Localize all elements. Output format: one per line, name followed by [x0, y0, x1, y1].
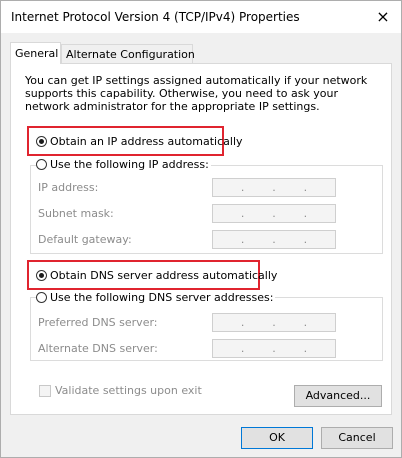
- default-gateway-label: Default gateway:: [38, 233, 132, 246]
- ip-manual-radio[interactable]: [36, 159, 47, 170]
- dns-manual-label: Use the following DNS server addresses:: [50, 291, 274, 304]
- tab-alternate-configuration[interactable]: Alternate Configuration: [61, 44, 195, 63]
- default-gateway-input[interactable]: ...: [212, 230, 336, 249]
- dns-manual-option[interactable]: Use the following DNS server addresses:: [36, 291, 276, 304]
- validate-option[interactable]: Validate settings upon exit: [39, 384, 202, 397]
- ip-auto-radio[interactable]: [36, 136, 47, 147]
- window-title: Internet Protocol Version 4 (TCP/IPv4) P…: [11, 10, 300, 24]
- validate-checkbox[interactable]: [39, 384, 51, 397]
- ip-auto-option[interactable]: Obtain an IP address automatically: [36, 135, 243, 148]
- ip-manual-option[interactable]: Use the following IP address:: [36, 158, 211, 171]
- dialog-window: Internet Protocol Version 4 (TCP/IPv4) P…: [0, 0, 402, 458]
- alternate-dns-label: Alternate DNS server:: [38, 342, 158, 355]
- dns-auto-radio[interactable]: [36, 270, 47, 281]
- close-icon[interactable]: ×: [371, 7, 395, 27]
- alternate-dns-input[interactable]: ...: [212, 339, 336, 358]
- subnet-mask-input[interactable]: ...: [212, 204, 336, 223]
- general-panel: You can get IP settings assigned automat…: [10, 63, 392, 415]
- ip-manual-label: Use the following IP address:: [50, 158, 209, 171]
- ip-address-label: IP address:: [38, 181, 99, 194]
- ip-auto-label: Obtain an IP address automatically: [50, 135, 243, 148]
- dns-manual-radio[interactable]: [36, 292, 47, 303]
- description-text: You can get IP settings assigned automat…: [25, 74, 368, 113]
- preferred-dns-label: Preferred DNS server:: [38, 316, 158, 329]
- ok-button[interactable]: OK: [241, 427, 313, 449]
- validate-label: Validate settings upon exit: [55, 384, 202, 397]
- tab-general[interactable]: General: [10, 42, 61, 64]
- dns-auto-label: Obtain DNS server address automatically: [50, 269, 278, 282]
- preferred-dns-input[interactable]: ...: [212, 313, 336, 332]
- title-bar: Internet Protocol Version 4 (TCP/IPv4) P…: [1, 1, 401, 33]
- dns-auto-option[interactable]: Obtain DNS server address automatically: [36, 269, 277, 282]
- ip-address-input[interactable]: ...: [212, 178, 336, 197]
- advanced-button[interactable]: Advanced...: [294, 385, 382, 407]
- subnet-mask-label: Subnet mask:: [38, 207, 114, 220]
- cancel-button[interactable]: Cancel: [321, 427, 393, 449]
